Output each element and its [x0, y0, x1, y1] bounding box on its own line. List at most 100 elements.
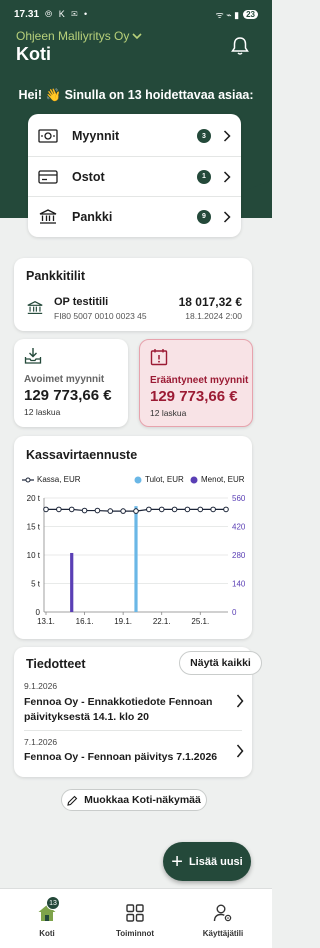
- chevron-down-icon: [132, 32, 142, 39]
- status-right: ᯤ ⌁ ▮ 23: [215, 8, 258, 21]
- kassa-point: [81, 507, 88, 514]
- tasks-card: Myynnit 3 Ostot 1 Pankki 9: [28, 114, 241, 237]
- nav-home-badge: 13: [46, 896, 60, 910]
- y-tick-label-left: 10 t: [27, 551, 41, 560]
- x-tick-label: 22.1.: [153, 617, 171, 626]
- status-time: 17.31: [14, 8, 40, 20]
- task-label-purchases: Ostot: [72, 169, 105, 184]
- news-title: Tiedotteet: [26, 657, 86, 671]
- cashflow-chart: 0 0 5 t 140 10 t 280 15 t 420 20 t 560 13.1. 16.1. 1…: [27, 494, 246, 626]
- open-sales-label: Avoimet myynnit: [24, 374, 105, 385]
- page-title: Koti: [16, 44, 51, 64]
- chevron-right-icon: [223, 210, 231, 223]
- account-iban: FI80 5007 0010 0023 45: [54, 311, 147, 321]
- nav-item-account[interactable]: Käyttäjätili: [178, 889, 268, 948]
- status-signal-icons: ᯤ ⌁ ▮: [215, 9, 240, 20]
- kassa-point: [184, 506, 191, 513]
- cashflow-card: Kassavirtaennuste Kassa, EUR Tulot, EUR …: [14, 436, 252, 639]
- nav-actions-label: Toiminnot: [115, 929, 155, 938]
- edit-home-label: Muokkaa Koti-näkymää: [84, 794, 201, 806]
- chevron-right-icon: [236, 694, 244, 708]
- bar-menot: [70, 552, 74, 612]
- company-selector[interactable]: Ohjeen Malliyritys Oy: [16, 29, 142, 43]
- y-tick-label-right: 420: [232, 523, 246, 532]
- add-new-button[interactable]: + Lisää uusi: [163, 842, 251, 881]
- status-bar: 17.31 ⦾ K ✉ • ᯤ ⌁ ▮ 23: [0, 0, 272, 28]
- bell-icon[interactable]: [230, 36, 250, 56]
- money-icon: [38, 129, 58, 143]
- task-count-badge: 9: [197, 209, 211, 224]
- grid-icon: [126, 904, 144, 922]
- y-tick-label-left: 20 t: [27, 494, 41, 503]
- x-tick-label: 19.1.: [114, 617, 132, 626]
- news-date: 7.1.2026: [24, 737, 58, 747]
- task-row-purchases[interactable]: Ostot 1: [28, 156, 241, 196]
- y-tick-label-left: 5 t: [31, 580, 41, 589]
- bank-icon: [27, 301, 43, 314]
- chevron-right-icon: [223, 170, 231, 183]
- chevron-right-icon: [236, 744, 244, 758]
- calendar-alert-icon: [150, 349, 168, 366]
- y-tick-label-left: 15 t: [27, 523, 41, 532]
- greeting-text: Hei! 👋 Sinulla on 13 hoidettavaa asiaa:: [18, 88, 254, 102]
- news-text: Fennoa Oy - Fennoan päivitys 7.1.2026: [24, 751, 218, 763]
- open-sales-card[interactable]: Avoimet myynnit 129 773,66 € 12 laskua: [14, 339, 128, 427]
- nav-home-label: Koti: [39, 929, 55, 938]
- overdue-sales-value: 129 773,66 €: [150, 388, 238, 405]
- pencil-icon: [67, 795, 78, 806]
- kassa-point: [43, 506, 49, 513]
- kassa-point: [171, 506, 178, 513]
- task-label-sales: Myynnit: [72, 129, 120, 143]
- task-row-bank[interactable]: Pankki 9: [28, 196, 241, 236]
- kassa-point: [107, 508, 114, 514]
- kassa-point: [223, 506, 229, 513]
- company-name: Ohjeen Malliyritys Oy: [16, 29, 130, 43]
- inbox-download-icon: [24, 348, 42, 364]
- news-date: 9.1.2026: [24, 681, 58, 691]
- user-settings-icon: [213, 904, 232, 922]
- bank-accounts-card[interactable]: Pankkitilit OP testitili FI80 5007 0010 …: [14, 258, 252, 331]
- battery-icon: 23: [243, 9, 258, 19]
- account-updated: 18.1.2024 2:00: [185, 311, 242, 321]
- overdue-sales-count: 12 laskua: [150, 408, 187, 418]
- kassa-point: [158, 506, 165, 513]
- x-tick-label: 13.1.: [37, 617, 55, 626]
- y-tick-label-right: 560: [232, 494, 246, 503]
- kassa-point: [120, 508, 126, 514]
- kassa-point: [56, 506, 62, 513]
- news-text: Fennoa Oy - Ennakkotiedote Fennoan päivi…: [24, 696, 213, 723]
- y-tick-label-right: 280: [232, 551, 246, 560]
- nav-item-home[interactable]: 13 Koti: [2, 889, 92, 948]
- y-tick-label-left: 0: [36, 608, 41, 617]
- overdue-sales-card[interactable]: Erääntyneet myynnit 129 773,66 € 12 lask…: [139, 339, 253, 427]
- bottom-nav: 13 Koti Toiminnot Käyttäjätili: [0, 888, 272, 948]
- show-all-news-button[interactable]: Näytä kaikki: [179, 651, 262, 675]
- status-notification-icons: ⦾ K ✉ •: [45, 8, 90, 19]
- y-tick-label-right: 140: [232, 580, 246, 589]
- task-label-bank: Pankki: [72, 209, 113, 224]
- x-tick-label: 16.1.: [76, 617, 94, 626]
- kassa-point: [210, 506, 216, 513]
- overdue-sales-label: Erääntyneet myynnit: [150, 375, 249, 386]
- nav-account-label: Käyttäjätili: [202, 929, 244, 938]
- edit-home-button[interactable]: Muokkaa Koti-näkymää: [61, 789, 207, 811]
- card-icon: [38, 169, 58, 184]
- x-tick-label: 25.1.: [191, 617, 209, 626]
- divider: [24, 730, 242, 731]
- kassa-point: [68, 506, 75, 513]
- bank-accounts-title: Pankkitilit: [26, 269, 86, 283]
- account-balance: 18 017,32 €: [178, 295, 242, 309]
- kassa-point: [146, 506, 152, 513]
- kassa-point: [133, 508, 139, 514]
- kassa-point: [94, 507, 101, 514]
- bar-tulot: [134, 506, 138, 612]
- nav-item-actions[interactable]: Toiminnot: [90, 889, 180, 948]
- bank-icon: [39, 208, 57, 224]
- add-new-label: Lisää uusi: [188, 855, 243, 868]
- plus-icon: +: [171, 850, 183, 873]
- account-name: OP testitili: [54, 296, 109, 308]
- chevron-right-icon: [223, 130, 231, 142]
- task-row-sales[interactable]: Myynnit 3: [28, 116, 241, 156]
- kassa-point: [197, 506, 204, 513]
- task-count-badge: 1: [197, 169, 211, 184]
